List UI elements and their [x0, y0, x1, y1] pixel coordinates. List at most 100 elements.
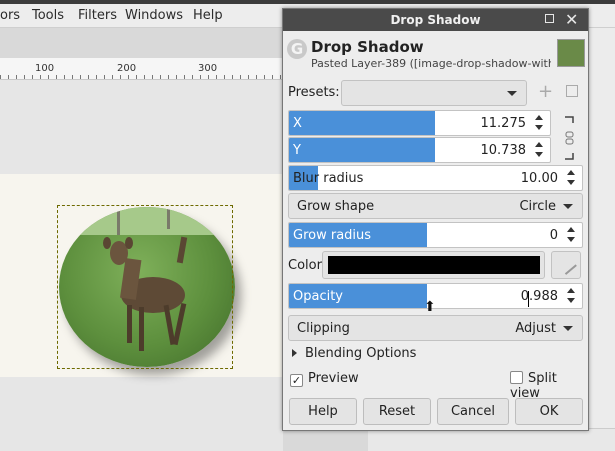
filter-title: Drop Shadow	[311, 38, 424, 56]
grow-shape-value: Circle	[519, 199, 556, 214]
blending-options-expander[interactable]: Blending Options	[292, 346, 416, 361]
window-title: Drop Shadow	[390, 13, 481, 27]
ruler-label-200: 200	[117, 63, 137, 74]
blur-radius-stepper[interactable]	[565, 168, 579, 188]
ruler-tick	[264, 75, 265, 79]
ruler-tick	[24, 75, 25, 79]
layer-thumbnail	[557, 39, 585, 67]
clipping-value: Adjust	[515, 321, 556, 336]
ruler-tick	[160, 75, 161, 79]
blur-radius-spin[interactable]: Blur radius 10.00	[288, 165, 583, 191]
ruler-label-300: 300	[198, 63, 218, 74]
ruler-tick	[128, 75, 129, 79]
menu-colors[interactable]: ors	[0, 8, 20, 23]
ruler-tick	[176, 75, 177, 79]
ruler-tick	[72, 75, 73, 79]
grow-radius-value[interactable]: 0	[550, 228, 558, 243]
ruler-tick	[192, 75, 193, 79]
layer-subtitle: Pasted Layer-389 ([image-drop-shadow-wit…	[311, 57, 551, 70]
chevron-down-icon	[563, 326, 573, 331]
dialog-titlebar[interactable]: Drop Shadow ✕	[283, 9, 588, 31]
preset-menu-icon[interactable]	[566, 85, 578, 97]
ruler-tick	[48, 75, 49, 79]
split-view-box[interactable]	[510, 371, 523, 384]
chain-link-icon[interactable]	[563, 115, 577, 161]
mouse-cursor-icon: ⬆	[424, 299, 436, 315]
help-button[interactable]: Help	[289, 398, 357, 425]
y-offset-fill	[289, 138, 436, 162]
ruler-tick	[16, 75, 17, 79]
shadow-color-button[interactable]	[322, 251, 545, 279]
preview-label: Preview	[308, 371, 359, 386]
grow-radius-label: Grow radius	[293, 228, 372, 243]
text-caret	[528, 291, 529, 307]
ruler-tick	[0, 75, 1, 79]
y-label: Y	[293, 143, 301, 158]
grow-radius-spin[interactable]: Grow radius 0	[288, 222, 583, 248]
ruler-tick	[280, 75, 281, 79]
ruler-tick	[240, 75, 241, 79]
horizontal-ruler[interactable]: 100 200 300	[0, 58, 283, 80]
ok-button[interactable]: OK	[515, 398, 583, 425]
blur-radius-label: Blur radius	[293, 171, 364, 186]
menu-tools[interactable]: Tools	[32, 8, 64, 23]
split-view-checkbox[interactable]: Split view	[510, 371, 588, 401]
grow-shape-label: Grow shape	[297, 199, 375, 214]
clipping-combo[interactable]: Clipping Adjust	[288, 315, 583, 341]
x-label: X	[293, 116, 302, 131]
x-stepper[interactable]	[533, 113, 547, 133]
ruler-tick	[80, 75, 81, 79]
y-stepper[interactable]	[533, 140, 547, 160]
maximize-icon[interactable]	[545, 14, 554, 23]
ruler-tick	[272, 75, 273, 79]
ruler-tick	[168, 75, 169, 79]
right-dock	[588, 28, 615, 451]
ruler-tick	[120, 75, 121, 79]
clipping-label: Clipping	[297, 321, 350, 336]
x-value[interactable]: 11.275	[481, 116, 527, 131]
blur-radius-value[interactable]: 10.00	[521, 171, 558, 186]
chevron-right-icon	[292, 349, 297, 357]
y-offset-spin[interactable]: Y 10.738	[288, 137, 551, 163]
ruler-tick	[112, 75, 113, 79]
ruler-tick	[32, 75, 33, 79]
color-picker-button[interactable]	[551, 251, 581, 279]
opacity-value[interactable]: 0.988	[521, 289, 558, 304]
x-offset-fill	[289, 111, 436, 135]
ruler-tick	[248, 75, 249, 79]
ruler-tick	[232, 75, 233, 79]
shadow-color-swatch	[328, 256, 540, 274]
ruler-tick	[88, 75, 89, 79]
menu-windows[interactable]: Windows	[125, 8, 183, 23]
ruler-tick	[40, 75, 41, 79]
y-value[interactable]: 10.738	[481, 143, 527, 158]
grow-shape-combo[interactable]: Grow shape Circle	[288, 193, 583, 219]
menu-help[interactable]: Help	[193, 8, 223, 23]
reset-button[interactable]: Reset	[363, 398, 431, 425]
add-preset-icon[interactable]: +	[538, 81, 553, 102]
grow-radius-stepper[interactable]	[565, 225, 579, 245]
x-offset-spin[interactable]: X 11.275	[288, 110, 551, 136]
ruler-tick	[216, 75, 217, 79]
drop-shadow-dialog: Drop Shadow ✕ G Drop Shadow Pasted Layer…	[282, 8, 589, 431]
ruler-tick	[184, 75, 185, 79]
preview-check-icon[interactable]: ✓	[290, 374, 303, 387]
ruler-tick	[144, 75, 145, 79]
layer-boundary	[57, 205, 233, 369]
opacity-stepper[interactable]	[565, 286, 579, 306]
right-dock-bottom	[368, 428, 615, 451]
opacity-label: Opacity	[293, 289, 344, 304]
canvas-padding-bottom	[0, 377, 283, 451]
ruler-tick	[104, 75, 105, 79]
blending-options-label: Blending Options	[305, 346, 417, 361]
ruler-tick	[152, 75, 153, 79]
presets-label: Presets:	[288, 85, 340, 100]
presets-combo[interactable]	[341, 80, 527, 106]
menu-filters[interactable]: Filters	[78, 8, 117, 23]
preview-checkbox[interactable]: ✓ Preview	[290, 371, 359, 387]
close-icon[interactable]: ✕	[565, 10, 578, 29]
ruler-tick	[224, 75, 225, 79]
cancel-button[interactable]: Cancel	[437, 398, 509, 425]
ruler-tick	[256, 75, 257, 79]
ruler-label-100: 100	[35, 63, 55, 74]
